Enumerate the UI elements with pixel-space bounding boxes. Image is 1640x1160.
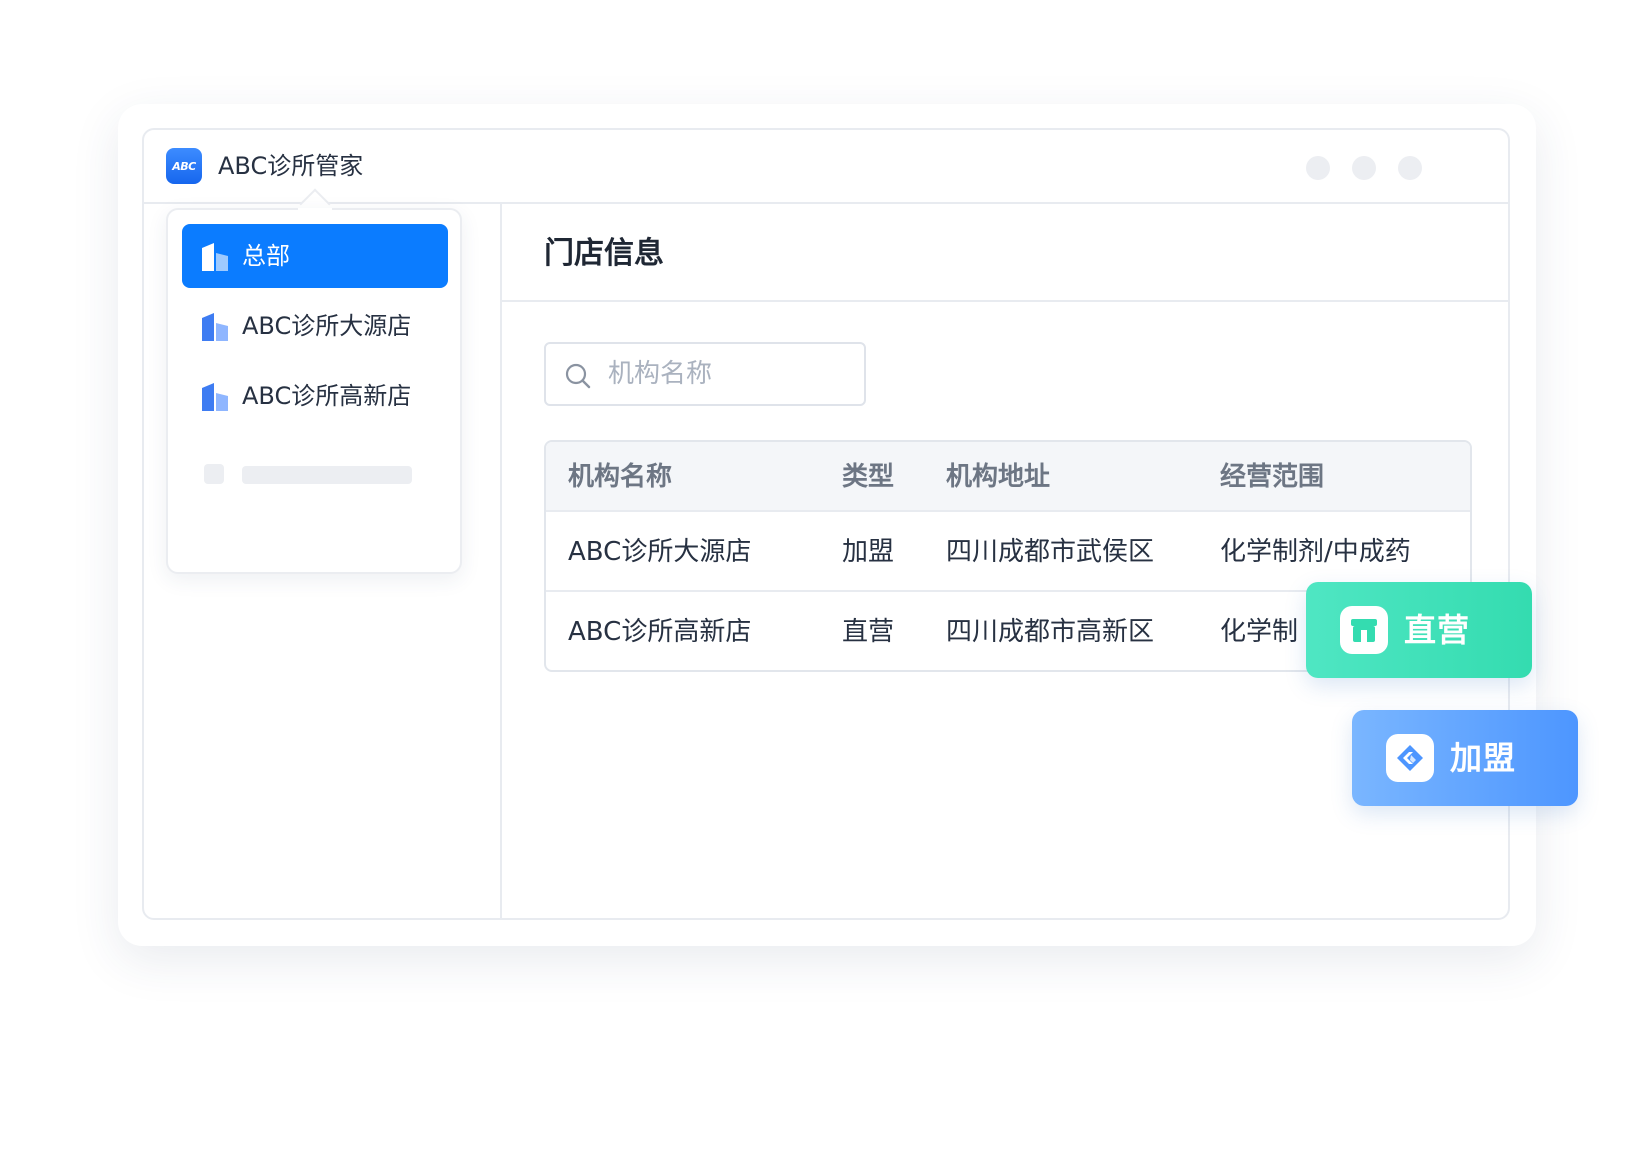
column-header-address: 机构地址 [946, 462, 1051, 492]
main-header: 门店信息 [502, 204, 1508, 302]
skeleton-placeholder-text [242, 466, 412, 484]
dropdown-caret-join [298, 208, 332, 216]
handshake-icon [1397, 745, 1423, 771]
org-item-dayuan[interactable]: ABC诊所大源店 [182, 294, 448, 358]
title-bar: ABC ABC诊所管家 [144, 130, 1508, 204]
window-minimize-button[interactable] [1306, 156, 1330, 180]
skeleton-placeholder-icon [204, 464, 224, 484]
main-content: 门店信息 机构名称 类型 机构地址 经营范围 ABC诊所大源店 加盟 四川成都市… [502, 204, 1508, 918]
page-title: 门店信息 [544, 236, 664, 271]
franchise-store-tag-label: 加盟 [1450, 739, 1517, 777]
search-box[interactable] [544, 342, 866, 406]
cell-store-address: 四川成都市高新区 [946, 617, 1155, 647]
direct-store-tag: 直营 [1306, 582, 1532, 678]
store-icon [1351, 619, 1377, 642]
org-item-label: ABC诊所大源店 [242, 312, 412, 340]
org-switcher-dropdown: 总部 ABC诊所大源店 ABC诊所高新店 [166, 208, 462, 574]
app-logo-text: ABC [172, 159, 196, 173]
building-icon [202, 243, 228, 271]
window-maximize-button[interactable] [1352, 156, 1376, 180]
building-icon [202, 383, 228, 411]
building-icon [202, 313, 228, 341]
direct-store-tag-label: 直营 [1404, 611, 1471, 649]
table-header: 机构名称 类型 机构地址 经营范围 [546, 442, 1470, 512]
org-item-label: ABC诊所高新店 [242, 382, 412, 410]
table-row[interactable]: ABC诊所大源店 加盟 四川成都市武侯区 化学制剂/中成药 [546, 512, 1470, 592]
org-item-headquarters[interactable]: 总部 [182, 224, 448, 288]
app-title: ABC诊所管家 [218, 152, 364, 180]
franchise-store-tag: 加盟 [1352, 710, 1578, 806]
search-icon [565, 363, 591, 389]
column-header-scope: 经营范围 [1220, 462, 1325, 492]
column-header-type: 类型 [842, 462, 895, 492]
cell-store-name: ABC诊所大源店 [568, 537, 752, 567]
cell-store-type: 加盟 [842, 537, 895, 567]
org-item-gaoxin[interactable]: ABC诊所高新店 [182, 364, 448, 428]
cell-store-address: 四川成都市武侯区 [946, 537, 1155, 567]
cell-business-scope: 化学制 [1220, 617, 1299, 647]
cell-store-name: ABC诊所高新店 [568, 617, 752, 647]
window-close-button[interactable] [1398, 156, 1422, 180]
org-item-label: 总部 [242, 242, 290, 270]
cell-store-type: 直营 [842, 617, 895, 647]
app-logo: ABC [166, 148, 202, 184]
handshake-icon-badge [1386, 734, 1434, 782]
column-header-name: 机构名称 [568, 462, 673, 492]
search-input[interactable] [608, 352, 848, 396]
store-icon-badge [1340, 606, 1388, 654]
cell-business-scope: 化学制剂/中成药 [1220, 537, 1411, 567]
